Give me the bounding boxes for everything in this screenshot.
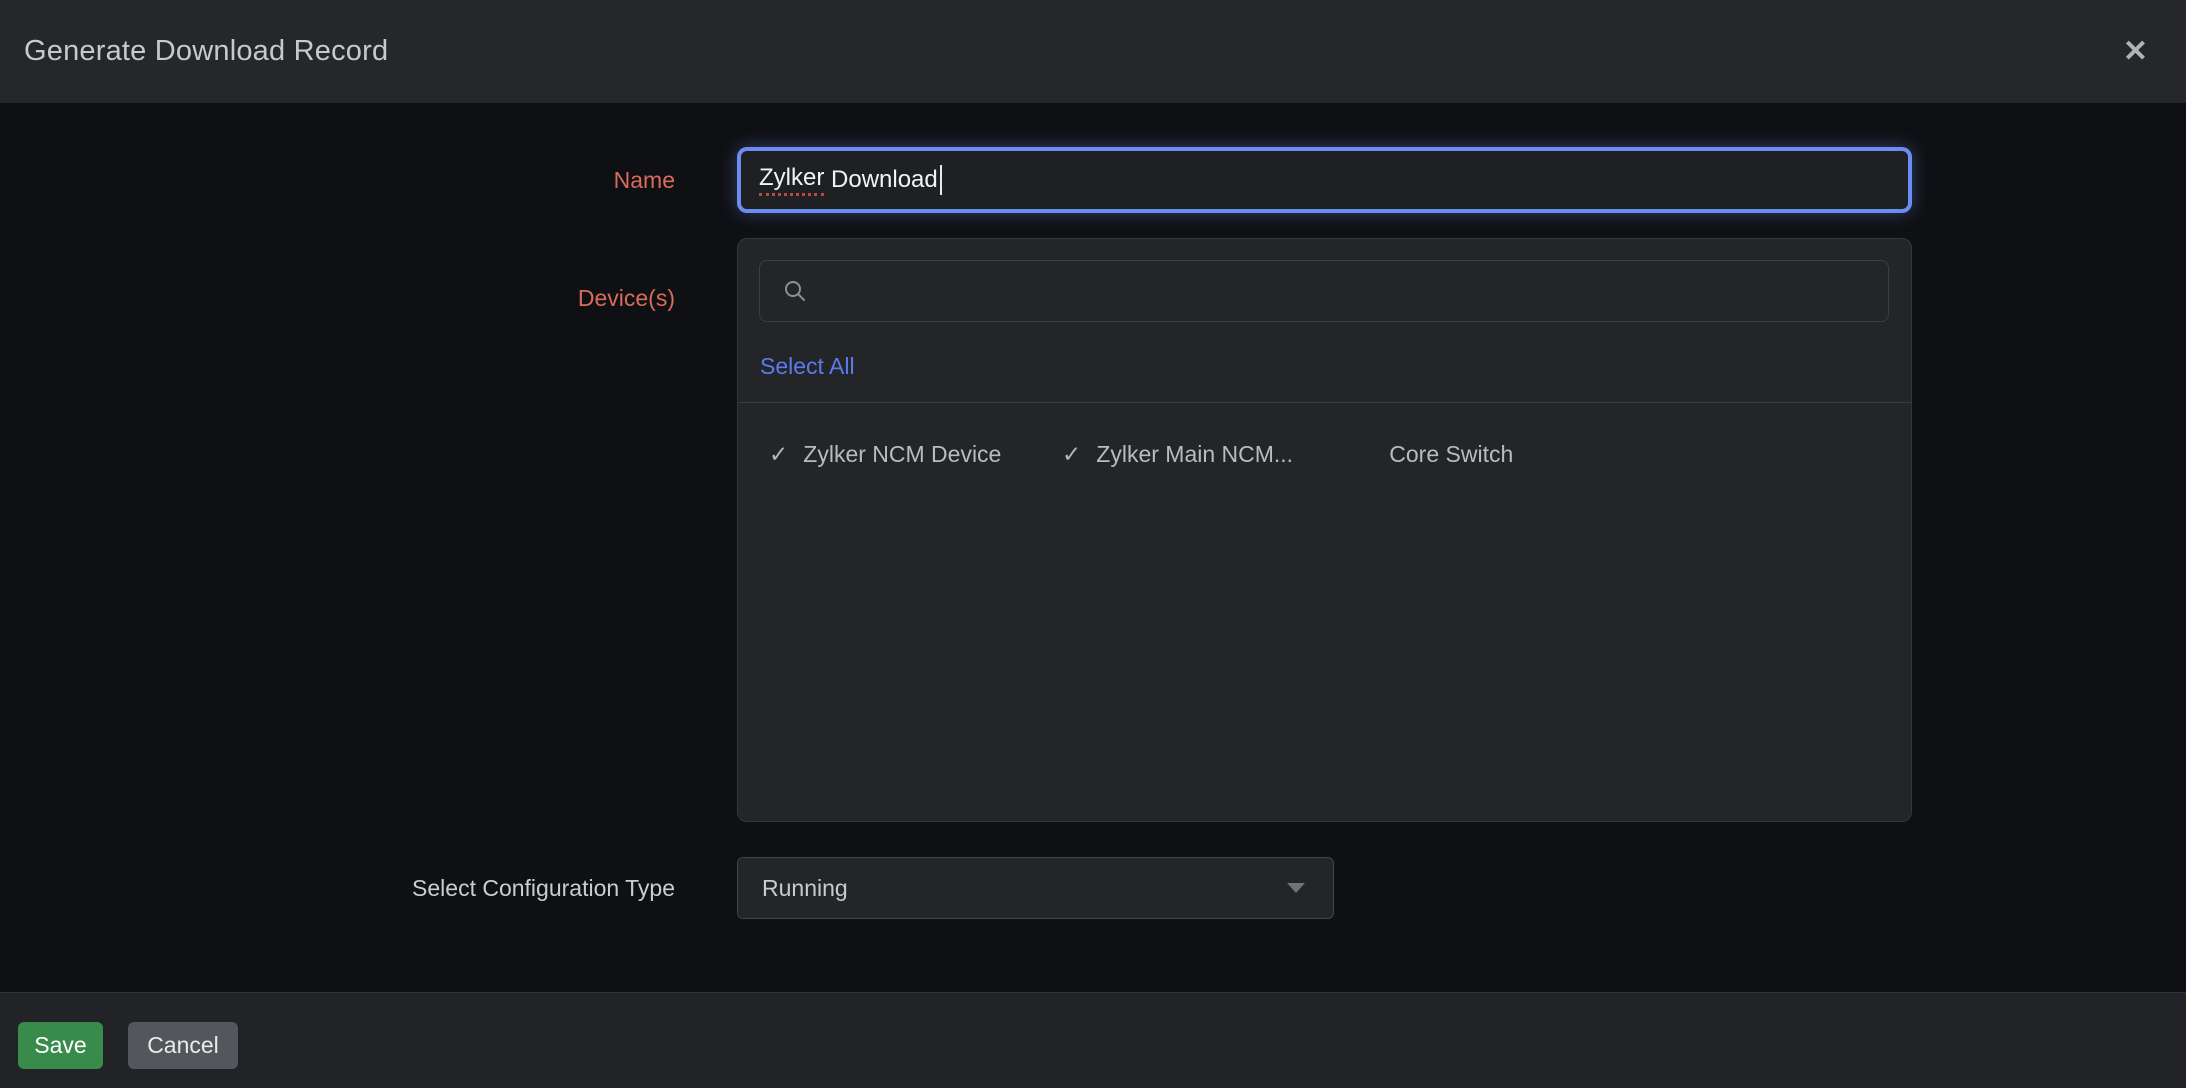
check-icon: ✓ (1062, 441, 1081, 468)
device-item-core-switch[interactable]: ✓ Core Switch (1355, 441, 1648, 468)
device-item-label: Zylker Main NCM... (1096, 441, 1293, 468)
device-list: ✓ Zylker NCM Device ✓ Zylker Main NCM...… (738, 403, 1911, 468)
cancel-button[interactable]: Cancel (128, 1022, 238, 1069)
device-item-label: Core Switch (1389, 441, 1513, 468)
check-icon: ✓ (769, 441, 788, 468)
device-picker-toolbar: Select All (738, 239, 1911, 402)
name-input-text-misspelled: Zylker (759, 164, 824, 196)
dialog-title: Generate Download Record (24, 35, 388, 68)
device-search-input[interactable] (759, 260, 1889, 322)
select-all-link[interactable]: Select All (760, 351, 855, 381)
save-button[interactable]: Save (18, 1022, 103, 1069)
device-item-zylker-main-ncm[interactable]: ✓ Zylker Main NCM... (1062, 441, 1355, 468)
config-type-selected-value: Running (762, 875, 848, 902)
dialog-header: Generate Download Record ✕ (0, 0, 2186, 103)
config-type-select[interactable]: Running (737, 857, 1334, 919)
dialog-body: Name Zylker Download Device(s) Select Al… (0, 103, 2186, 992)
text-cursor (940, 165, 942, 195)
name-input-text-rest: Download (824, 166, 937, 194)
name-input[interactable]: Zylker Download (737, 147, 1912, 213)
dialog-footer: Save Cancel (0, 992, 2186, 1088)
chevron-down-icon (1287, 883, 1305, 893)
device-item-label: Zylker NCM Device (803, 441, 1001, 468)
close-icon[interactable]: ✕ (2123, 37, 2148, 67)
config-type-field-row: Select Configuration Type Running (0, 857, 2186, 919)
name-label: Name (0, 166, 675, 194)
search-icon (782, 278, 808, 304)
devices-field-row: Device(s) Select All ✓ Zylker NCM (0, 238, 2186, 822)
device-item-zylker-ncm-device[interactable]: ✓ Zylker NCM Device (769, 441, 1062, 468)
generate-download-record-dialog: Generate Download Record ✕ Name Zylker D… (0, 0, 2186, 1088)
name-field-row: Name Zylker Download (0, 103, 2186, 213)
device-picker-panel: Select All ✓ Zylker NCM Device ✓ Zylker … (737, 238, 1912, 822)
devices-label: Device(s) (0, 238, 675, 312)
config-type-label: Select Configuration Type (0, 874, 675, 902)
